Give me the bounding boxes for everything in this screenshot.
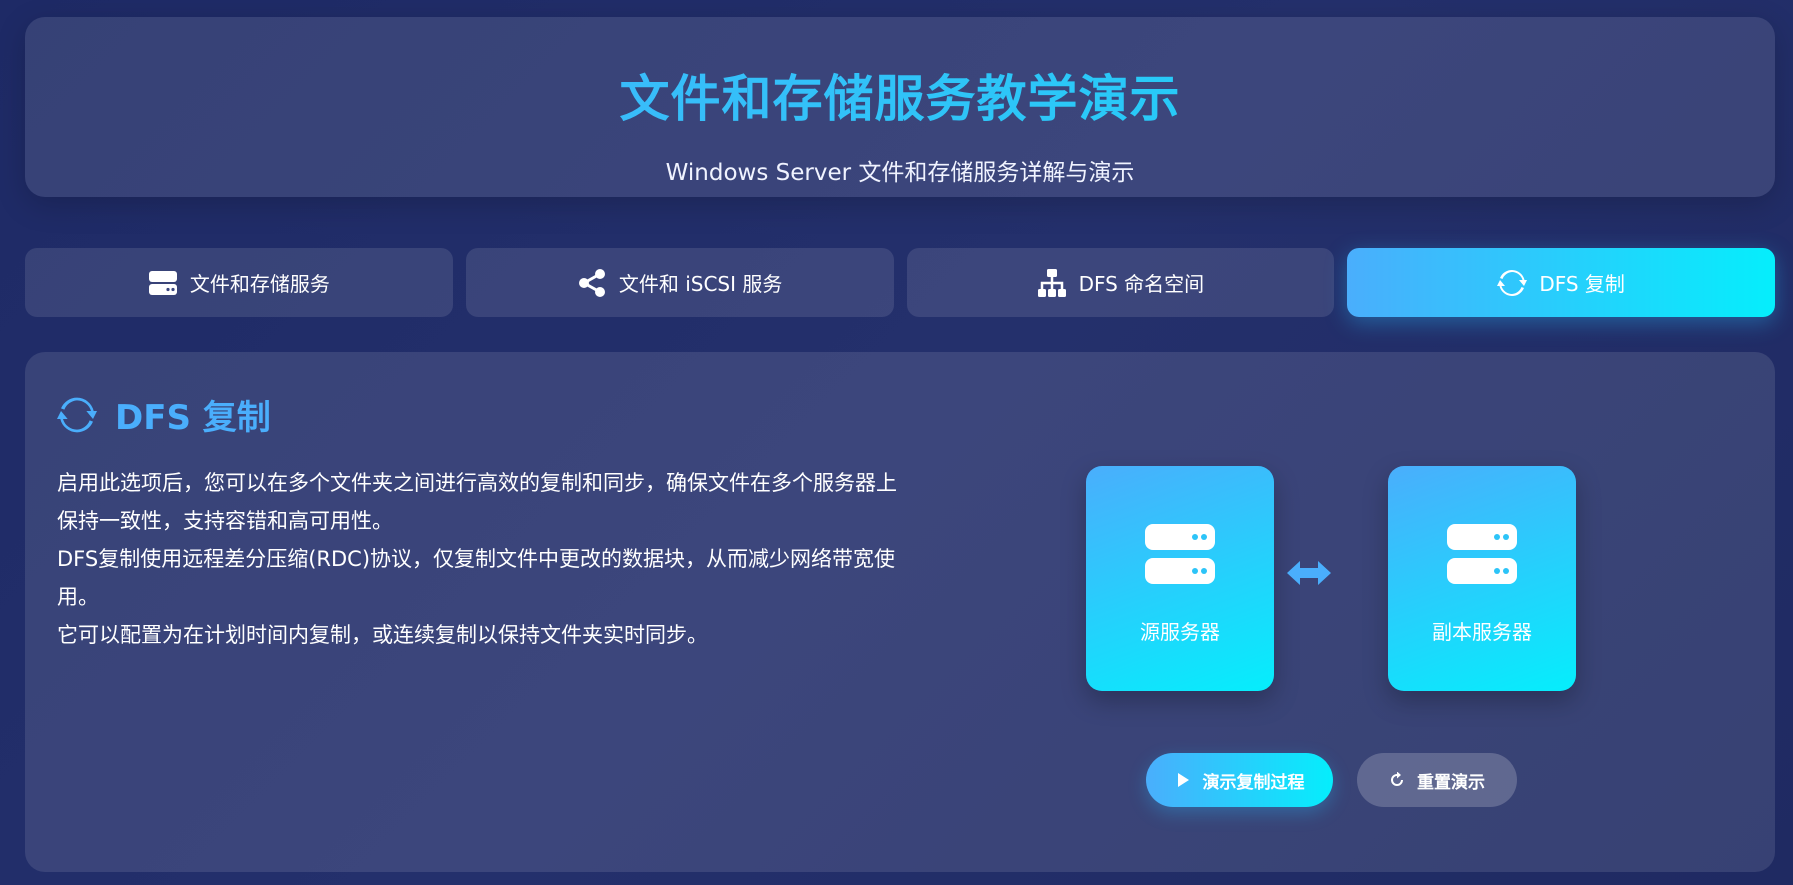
tab-dfs-namespace[interactable]: DFS 命名空间	[906, 248, 1335, 317]
sync-icon	[57, 397, 97, 432]
tab-dfs-replication[interactable]: DFS 复制	[1347, 248, 1775, 317]
replica-server-card: 副本服务器	[1388, 466, 1576, 691]
reset-demo-label: 重置演示	[1417, 772, 1485, 793]
content-panel: DFS 复制 启用此选项后，您可以在多个文件夹之间进行高效的复制和同步，确保文件…	[25, 352, 1775, 872]
reset-demo-button[interactable]: 重置演示	[1357, 753, 1517, 807]
section-description: 启用此选项后，您可以在多个文件夹之间进行高效的复制和同步，确保文件在多个服务器上…	[57, 464, 902, 654]
server-icon	[1145, 524, 1215, 584]
source-server-card: 源服务器	[1086, 466, 1274, 691]
replica-server-label: 副本服务器	[1432, 620, 1532, 644]
tab-label: DFS 命名空间	[1078, 272, 1205, 296]
description-paragraph: 它可以配置为在计划时间内复制，或连续复制以保持文件夹实时同步。	[57, 623, 708, 647]
tab-label: 文件和存储服务	[189, 272, 330, 296]
redo-icon	[1391, 772, 1403, 786]
server-icon	[1447, 524, 1517, 584]
page-subtitle: Windows Server 文件和存储服务详解与演示	[665, 160, 1135, 186]
arrows-h-icon	[1287, 561, 1331, 585]
source-server-label: 源服务器	[1140, 620, 1220, 644]
sync-icon	[1497, 269, 1528, 296]
play-demo-button[interactable]: 演示复制过程	[1146, 753, 1333, 807]
hdd-icon	[148, 270, 177, 295]
tab-iscsi[interactable]: 文件和 iSCSI 服务	[465, 248, 894, 317]
tab-file-storage[interactable]: 文件和存储服务	[25, 248, 453, 317]
section-title: DFS 复制	[115, 398, 271, 438]
section-heading: DFS 复制	[57, 390, 271, 439]
play-icon	[1177, 773, 1189, 787]
page-header: 文件和存储服务教学演示 Windows Server 文件和存储服务详解与演示	[25, 17, 1775, 197]
share-icon	[578, 268, 605, 297]
description-paragraph: 启用此选项后，您可以在多个文件夹之间进行高效的复制和同步，确保文件在多个服务器上…	[57, 471, 897, 533]
page-title: 文件和存储服务教学演示	[25, 59, 1775, 131]
tab-bar: 文件和存储服务 文件和 iSCSI 服务 DFS 命名空间 DFS 复制	[25, 248, 1775, 317]
description-paragraph: DFS复制使用远程差分压缩(RDC)协议，仅复制文件中更改的数据块，从而减少网络…	[57, 547, 896, 609]
tab-label: DFS 复制	[1539, 272, 1625, 296]
sitemap-icon	[1037, 268, 1066, 297]
tab-label: 文件和 iSCSI 服务	[618, 272, 783, 296]
play-demo-label: 演示复制过程	[1202, 772, 1305, 793]
